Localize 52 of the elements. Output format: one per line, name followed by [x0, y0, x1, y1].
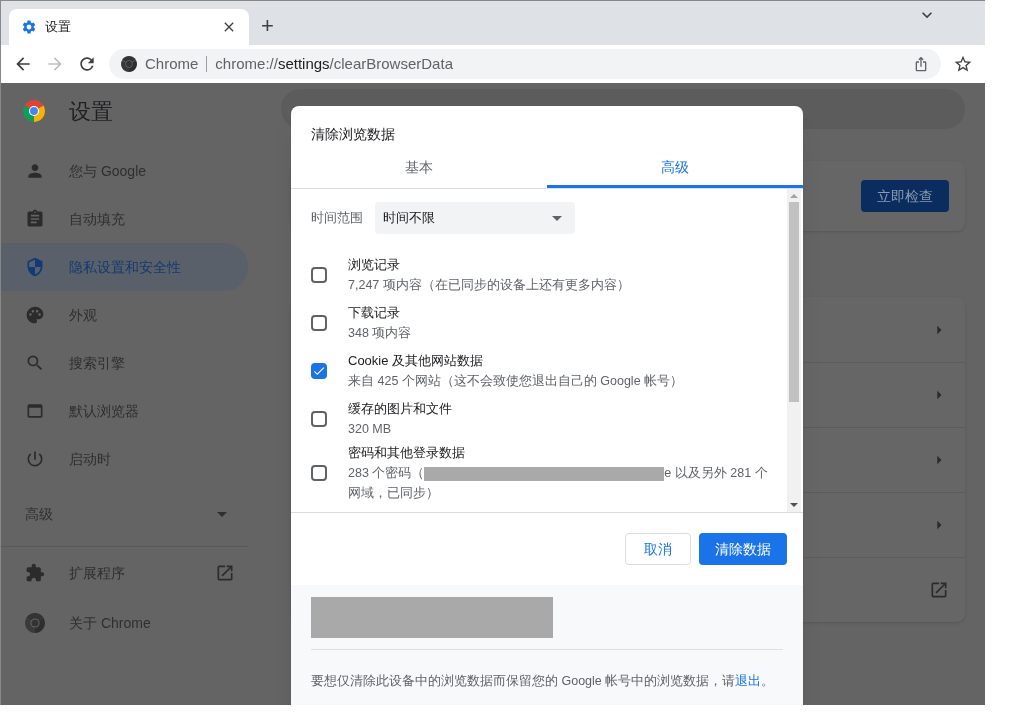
checkbox[interactable] [311, 315, 327, 331]
item-title: 缓存的图片和文件 [348, 400, 453, 418]
browser-window-icon [25, 401, 45, 421]
item-detail: 283 个密码（ e 以及另外 281 个网域，已同步） [348, 465, 768, 502]
settings-icon [21, 19, 37, 35]
star-icon[interactable] [953, 54, 973, 74]
check-icon [312, 364, 326, 378]
checkbox[interactable] [311, 363, 327, 379]
chrome-logo-icon [121, 56, 137, 72]
time-range-select[interactable]: 时间不限 [375, 202, 575, 234]
search-icon [25, 353, 45, 373]
site-label: Chrome [145, 53, 199, 74]
puzzle-icon [25, 563, 45, 583]
checkbox[interactable] [311, 267, 327, 283]
share-icon[interactable] [913, 56, 929, 72]
chrome-logo-icon [23, 100, 45, 122]
external-link-icon [215, 563, 235, 583]
checkbox[interactable] [311, 465, 327, 481]
palette-icon [25, 305, 45, 325]
item-title: Cookie 及其他网站数据 [348, 352, 485, 370]
url-text: chrome://settings/clearBrowserData [215, 53, 453, 74]
scrollbar[interactable] [787, 189, 801, 512]
reload-icon[interactable] [77, 54, 97, 74]
browser-tab[interactable]: 设置 [9, 9, 249, 45]
cancel-button[interactable]: 取消 [625, 533, 691, 565]
chrome-logo-icon [25, 613, 45, 633]
new-tab-button[interactable]: + [261, 15, 274, 37]
address-bar[interactable]: Chrome chrome://settings/clearBrowserData [109, 49, 941, 79]
check-now-button[interactable]: 立即检查 [861, 180, 949, 212]
checkbox[interactable] [311, 411, 327, 427]
item-detail: 7,247 项内容（在已同步的设备上还有更多内容） [348, 277, 631, 294]
shield-icon [25, 257, 45, 277]
settings-title: 设置 [69, 97, 113, 126]
item-detail: 320 MB [348, 421, 393, 438]
sign-out-link[interactable]: 退出 [735, 674, 762, 688]
item-title: 浏览记录 [348, 256, 401, 274]
dialog-tab[interactable]: 高级 [547, 150, 803, 188]
clear-data-button[interactable]: 清除数据 [699, 533, 787, 565]
power-icon [25, 449, 45, 469]
external-link-icon[interactable] [929, 580, 949, 600]
item-title: 密码和其他登录数据 [348, 444, 466, 462]
dropdown-arrow-icon [217, 512, 227, 517]
item-title: 下载记录 [348, 304, 401, 322]
clipboard-icon [25, 209, 45, 229]
tab-title: 设置 [45, 18, 72, 37]
item-detail: 348 项内容 [348, 325, 413, 342]
time-range-label: 时间范围 [311, 209, 363, 228]
dialog-tab[interactable]: 基本 [291, 150, 547, 188]
dialog-title: 清除浏览数据 [310, 125, 396, 144]
footer-note: 要想仅清除此设备中的浏览数据而保留您的 Google 帐号中的浏览数据，请退出。 [311, 673, 776, 690]
item-detail: 来自 425 个网站（这不会致使您退出自己的 Google 帐号） [348, 373, 685, 390]
dropdown-arrow-icon [552, 215, 562, 221]
